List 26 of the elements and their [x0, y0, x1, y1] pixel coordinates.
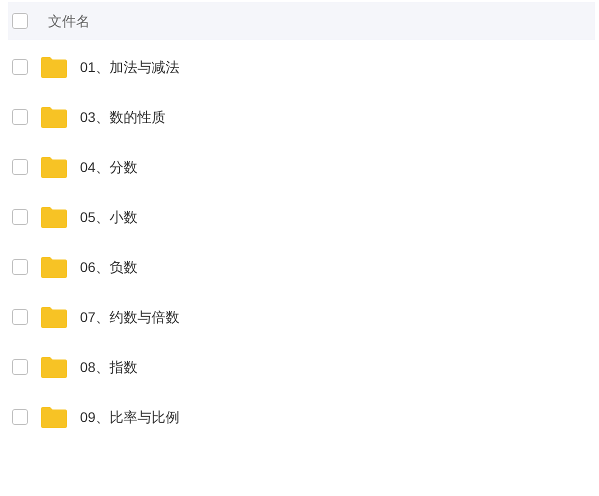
- folder-name[interactable]: 07、约数与倍数: [80, 306, 180, 328]
- folder-name[interactable]: 05、小数: [80, 206, 138, 228]
- folder-name[interactable]: 01、加法与减法: [80, 56, 180, 78]
- folder-name[interactable]: 06、负数: [80, 256, 138, 278]
- checkbox[interactable]: [12, 109, 28, 125]
- checkbox[interactable]: [12, 309, 28, 325]
- folder-icon: [41, 256, 67, 278]
- folder-name[interactable]: 03、数的性质: [80, 106, 166, 128]
- folder-icon: [41, 156, 67, 178]
- checkbox[interactable]: [12, 159, 28, 175]
- column-header: 文件名: [48, 12, 90, 30]
- folder-icon: [41, 106, 67, 128]
- checkbox[interactable]: [12, 209, 28, 225]
- folder-icon: [41, 406, 67, 428]
- checkbox[interactable]: [12, 359, 28, 375]
- folder-name[interactable]: 04、分数: [80, 156, 138, 178]
- folder-name[interactable]: 08、指数: [80, 356, 138, 378]
- folder-icon: [41, 56, 67, 78]
- folder-name[interactable]: 09、比率与比例: [80, 406, 180, 428]
- folder-icon: [41, 306, 67, 328]
- folder-icon: [41, 356, 67, 378]
- checkbox[interactable]: [12, 259, 28, 275]
- checkbox[interactable]: [12, 13, 28, 29]
- checkbox[interactable]: [12, 409, 28, 425]
- checkbox[interactable]: [12, 59, 28, 75]
- folder-icon: [41, 206, 67, 228]
